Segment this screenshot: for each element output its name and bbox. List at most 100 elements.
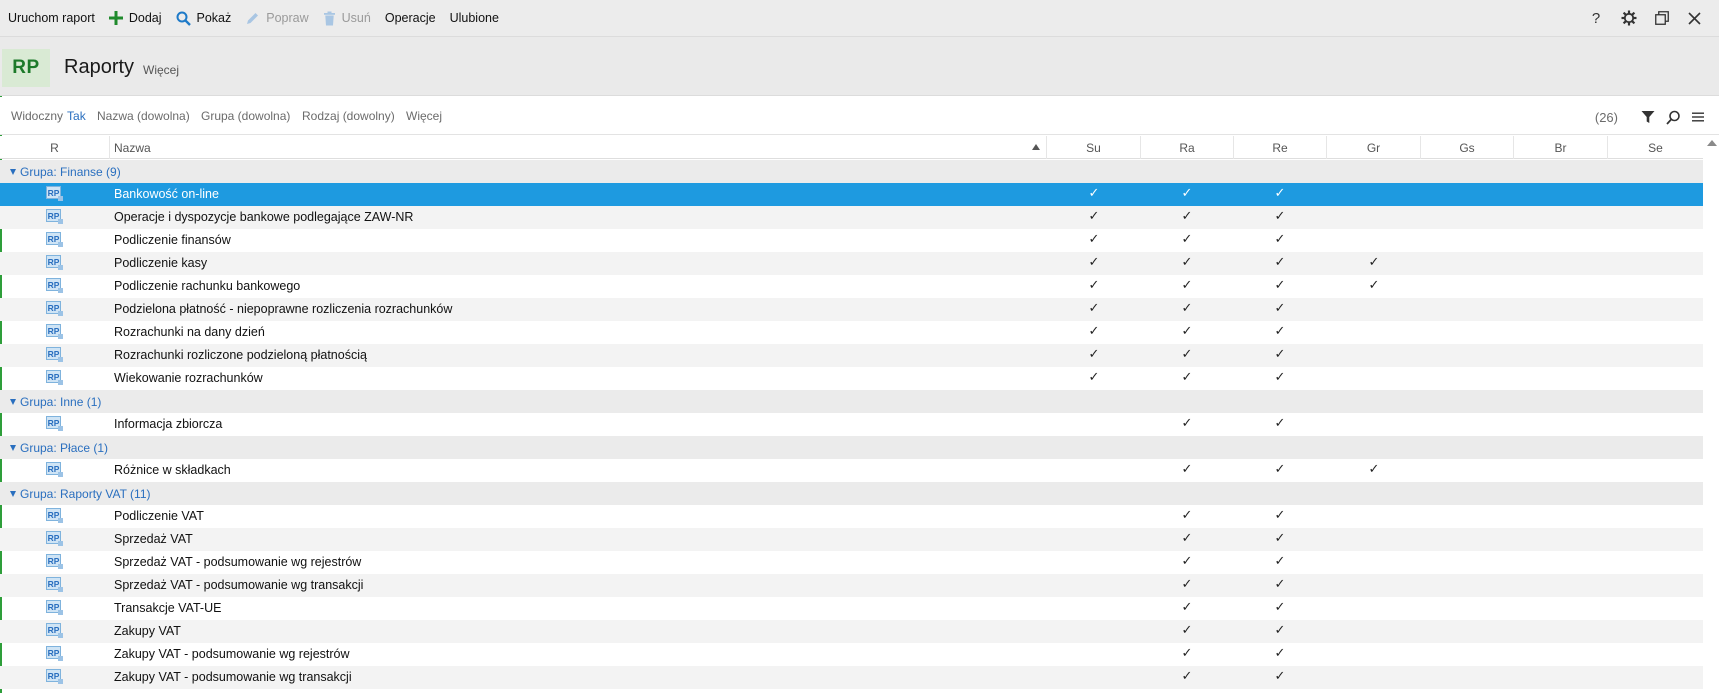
run-report-label: Uruchom raport xyxy=(8,11,95,25)
filter-more[interactable]: Więcej xyxy=(406,109,442,123)
sort-ascending-icon xyxy=(1032,144,1040,150)
table-row[interactable]: RP Wiekowanie rozrachunków ✓ ✓ ✓ xyxy=(0,367,1703,390)
table-row[interactable]: RP Transakcje VAT-UE ✓ ✓ xyxy=(0,597,1703,620)
column-header-gr[interactable]: Gr xyxy=(1327,136,1421,159)
header-more-link[interactable]: Więcej xyxy=(143,63,179,77)
page-header: RP Raporty Więcej xyxy=(0,36,1719,96)
check-icon-re: ✓ xyxy=(1274,507,1286,522)
group-row[interactable]: Grupa: Płace (1) xyxy=(0,436,1703,459)
filter-group[interactable]: Grupa (dowolna) xyxy=(201,109,290,123)
report-icon: RP xyxy=(46,370,64,386)
restore-window-icon[interactable] xyxy=(1645,0,1678,36)
svg-text:RP: RP xyxy=(48,211,60,221)
check-icon-gr: ✓ xyxy=(1368,254,1380,269)
trash-icon xyxy=(323,11,336,26)
report-name: Sprzedaż VAT xyxy=(114,532,193,546)
svg-text:RP: RP xyxy=(48,579,60,589)
check-icon-ra: ✓ xyxy=(1181,277,1193,292)
table-row[interactable]: RP Sprzedaż VAT - podsumowanie wg transak… xyxy=(0,574,1703,597)
group-row[interactable]: Grupa: Raporty VAT (11) xyxy=(0,482,1703,505)
table-row[interactable]: RP Operacje i dyspozycje bankowe podlegaj… xyxy=(0,206,1703,229)
group-row[interactable]: Grupa: Finanse (9) xyxy=(0,160,1703,183)
table-row[interactable]: RP Informacja zbiorcza ✓ ✓ xyxy=(0,413,1703,436)
filter-visible[interactable]: Widoczny Tak xyxy=(11,109,86,123)
favorites-menu[interactable]: Ulubione xyxy=(450,0,499,36)
help-icon[interactable]: ? xyxy=(1579,0,1612,36)
column-header-re[interactable]: Re xyxy=(1234,136,1327,159)
report-icon: RP xyxy=(46,669,64,685)
search-icon[interactable] xyxy=(1664,108,1682,126)
column-header-name[interactable]: Nazwa xyxy=(110,136,1047,159)
collapse-triangle-icon[interactable] xyxy=(10,169,16,175)
column-header-ra[interactable]: Ra xyxy=(1141,136,1234,159)
filter-name[interactable]: Nazwa (dowolna) xyxy=(97,109,190,123)
column-br-label: Br xyxy=(1554,140,1567,155)
check-icon-re: ✓ xyxy=(1274,300,1286,315)
add-button[interactable]: Dodaj xyxy=(108,0,162,36)
column-r-label: R xyxy=(50,140,59,155)
column-header-gs[interactable]: Gs xyxy=(1421,136,1514,159)
table-row[interactable]: RP Zakupy VAT - podsumowanie wg rejestrów… xyxy=(0,643,1703,666)
svg-text:RP: RP xyxy=(48,349,60,359)
column-header-br[interactable]: Br xyxy=(1514,136,1608,159)
group-label: Grupa: Finanse (9) xyxy=(20,165,121,179)
check-icon-re: ✓ xyxy=(1274,231,1286,246)
table-row[interactable]: RP Podzielona płatność - niepoprawne rozl… xyxy=(0,298,1703,321)
check-icon-su: ✓ xyxy=(1088,254,1100,269)
column-header-se[interactable]: Se xyxy=(1608,136,1703,159)
check-icon-ra: ✓ xyxy=(1181,300,1193,315)
table-row[interactable]: RP Podliczenie kasy ✓ ✓ ✓ ✓ xyxy=(0,252,1703,275)
edit-button[interactable]: Popraw xyxy=(245,0,309,36)
menu-icon[interactable] xyxy=(1689,108,1707,126)
column-header-su[interactable]: Su xyxy=(1047,136,1141,159)
check-icon-ra: ✓ xyxy=(1181,415,1193,430)
table-row[interactable]: RP Zakupy VAT - podsumowanie wg transakcj… xyxy=(0,666,1703,689)
filter-kind[interactable]: Rodzaj (dowolny) xyxy=(302,109,395,123)
close-icon[interactable] xyxy=(1678,0,1711,36)
table-row[interactable]: RP Podliczenie VAT ✓ ✓ xyxy=(0,505,1703,528)
svg-text:RP: RP xyxy=(48,671,60,681)
check-icon-re: ✓ xyxy=(1274,185,1286,200)
report-name: Podliczenie finansów xyxy=(114,233,231,247)
table-row[interactable]: RP Podliczenie rachunku bankowego ✓ ✓ ✓ ✓ xyxy=(0,275,1703,298)
check-icon-ra: ✓ xyxy=(1181,553,1193,568)
column-ra-label: Ra xyxy=(1179,140,1195,155)
group-row[interactable]: Grupa: Inne (1) xyxy=(0,390,1703,413)
check-icon-ra: ✓ xyxy=(1181,208,1193,223)
report-icon: RP xyxy=(46,324,64,340)
table-row[interactable]: RP Sprzedaż VAT - podsumowanie wg rejestr… xyxy=(0,551,1703,574)
filter-visible-label: Widoczny xyxy=(11,109,64,123)
check-icon-su: ✓ xyxy=(1088,208,1100,223)
favorites-label: Ulubione xyxy=(449,11,499,25)
check-icon-ra: ✓ xyxy=(1181,185,1193,200)
check-icon-su: ✓ xyxy=(1088,300,1100,315)
svg-text:RP: RP xyxy=(48,303,60,313)
collapse-triangle-icon[interactable] xyxy=(10,491,16,497)
check-icon-re: ✓ xyxy=(1274,645,1286,660)
table-row[interactable]: RP Zakupy VAT ✓ ✓ xyxy=(0,620,1703,643)
check-icon-ra: ✓ xyxy=(1181,461,1193,476)
window-controls: ? xyxy=(1579,0,1711,36)
table-row[interactable]: RP Sprzedaż VAT ✓ ✓ xyxy=(0,528,1703,551)
run-report-button[interactable]: Uruchom raport xyxy=(8,0,95,36)
svg-text:RP: RP xyxy=(48,280,60,290)
table-row[interactable]: RP Różnice w składkach ✓ ✓ ✓ xyxy=(0,459,1703,482)
delete-button[interactable]: Usuń xyxy=(323,0,371,36)
report-name: Transakcje VAT-UE xyxy=(114,601,222,615)
operations-menu[interactable]: Operacje xyxy=(385,0,436,36)
svg-text:RP: RP xyxy=(48,602,60,612)
column-header-r[interactable]: R xyxy=(0,136,110,159)
collapse-triangle-icon[interactable] xyxy=(10,445,16,451)
filter-icon[interactable] xyxy=(1639,108,1657,126)
table-row[interactable]: RP Rozrachunki na dany dzień ✓ ✓ ✓ xyxy=(0,321,1703,344)
check-icon-gr: ✓ xyxy=(1368,277,1380,292)
collapse-triangle-icon[interactable] xyxy=(10,399,16,405)
edit-label: Popraw xyxy=(266,11,309,25)
operations-label: Operacje xyxy=(384,11,436,25)
table-row[interactable]: RP Bankowość on-line ✓ ✓ ✓ xyxy=(0,183,1703,206)
show-button[interactable]: Pokaż xyxy=(176,0,231,36)
scroll-up-arrow[interactable] xyxy=(1707,140,1717,146)
table-row[interactable]: RP Rozrachunki rozliczone podzieloną płat… xyxy=(0,344,1703,367)
gear-icon[interactable] xyxy=(1612,0,1645,36)
table-row[interactable]: RP Podliczenie finansów ✓ ✓ ✓ xyxy=(0,229,1703,252)
